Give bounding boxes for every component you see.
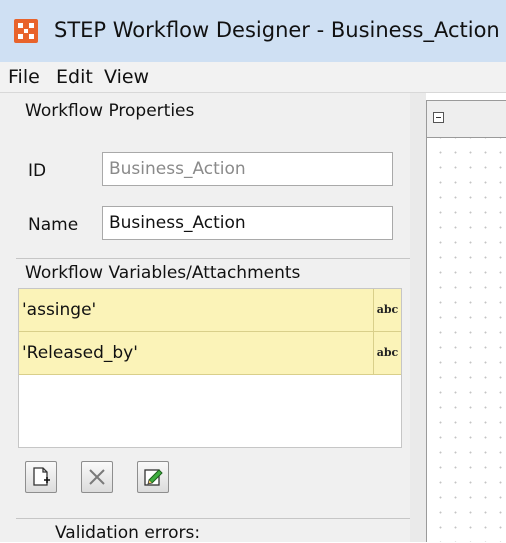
section-divider [16,518,412,519]
variable-name: 'Released_by' [22,343,138,363]
variable-row[interactable]: 'assinge' abc [19,289,401,332]
collapse-icon[interactable] [433,112,444,123]
variables-list: 'assinge' abc 'Released_by' abc [18,288,402,448]
name-field[interactable]: Business_Action [102,206,393,240]
workflow-canvas[interactable] [426,100,506,542]
delete-variable-button[interactable] [81,461,113,493]
menu-bar: File Edit View [0,62,506,93]
edit-variable-button[interactable] [137,461,169,493]
variable-row[interactable]: 'Released_by' abc [19,332,401,375]
canvas-header [427,101,506,138]
close-icon [89,469,105,485]
add-variable-button[interactable] [25,461,57,493]
variable-name: 'assinge' [22,300,97,320]
variable-type-abc-icon: abc [373,332,401,374]
id-label: ID [28,161,47,181]
validation-errors-label: Validation errors: [55,523,201,543]
menu-edit[interactable]: Edit [56,62,93,92]
workflow-variables-heading: Workflow Variables/Attachments [25,263,301,283]
workflow-properties-heading: Workflow Properties [25,101,195,121]
window-title-bar: STEP Workflow Designer - Business_Action [0,0,506,62]
id-field: Business_Action [102,152,393,186]
new-document-icon [33,467,50,486]
name-label: Name [28,215,79,235]
panel-splitter[interactable] [410,93,426,542]
section-divider [16,258,412,259]
menu-file[interactable]: File [8,62,40,92]
window-title: STEP Workflow Designer - Business_Action [54,18,500,42]
properties-panel: Workflow Properties ID Business_Action N… [0,93,412,543]
edit-pencil-icon [144,469,163,486]
variable-type-abc-icon: abc [373,289,401,331]
step-app-icon [14,19,38,43]
menu-view[interactable]: View [104,62,149,92]
